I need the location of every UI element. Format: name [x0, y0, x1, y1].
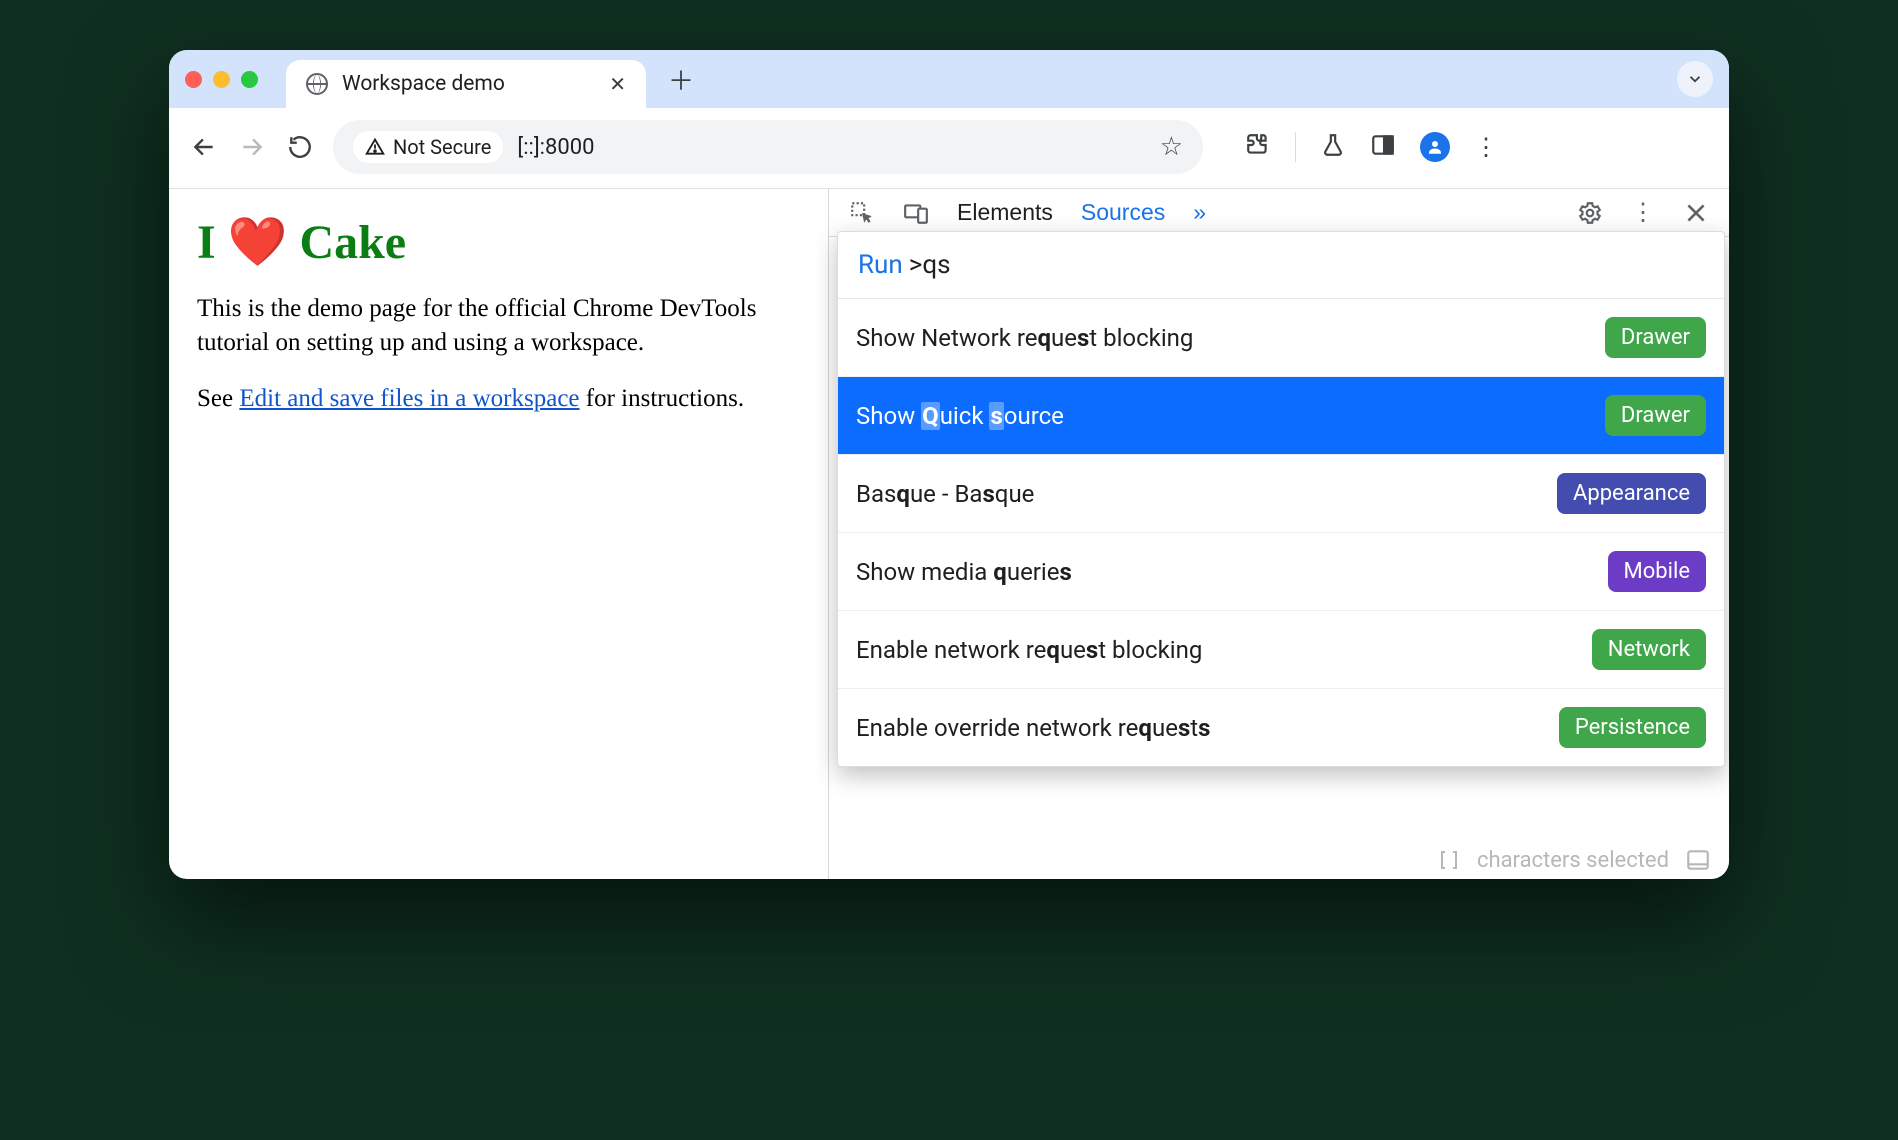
reload-button[interactable] — [285, 132, 315, 162]
command-menu: Run >qs Show Network request blocking Dra… — [837, 231, 1725, 767]
page-heading: I ❤️ Cake — [197, 213, 800, 270]
globe-icon — [306, 73, 328, 95]
gear-icon[interactable] — [1577, 200, 1603, 226]
command-label: Show Network request blocking — [856, 324, 1193, 352]
new-tab-button[interactable]: ＋ — [668, 61, 694, 98]
status-bar: characters selected — [1437, 847, 1711, 873]
command-query: qs — [922, 250, 950, 280]
tab-sources[interactable]: Sources — [1081, 199, 1165, 226]
inspect-icon[interactable] — [849, 200, 875, 226]
command-item[interactable]: Basque - Basque Appearance — [838, 454, 1724, 532]
close-tab-icon[interactable]: ✕ — [609, 72, 626, 96]
address-bar[interactable]: Not Secure [::]:8000 ☆ — [333, 120, 1203, 174]
page-paragraph: This is the demo page for the official C… — [197, 292, 800, 360]
command-badge: Drawer — [1605, 317, 1706, 358]
tabstrip-overflow-button[interactable] — [1677, 61, 1713, 97]
command-label: Enable override network requests — [856, 714, 1210, 742]
separator — [1295, 132, 1296, 162]
warning-icon — [365, 137, 385, 157]
devtools-panel: Elements Sources » ⋮ Run >qs Show Networ… — [829, 189, 1729, 879]
command-label: Basque - Basque — [856, 480, 1034, 508]
url-text: [::]:8000 — [517, 135, 594, 160]
panel-icon[interactable] — [1370, 132, 1396, 162]
window-controls — [185, 71, 258, 88]
toolbar: Not Secure [::]:8000 ☆ ⋮ — [169, 108, 1729, 189]
command-item[interactable]: Show Network request blocking Drawer — [838, 299, 1724, 376]
run-label: Run — [858, 250, 903, 280]
content-area: I ❤️ Cake This is the demo page for the … — [169, 189, 1729, 879]
tab-elements[interactable]: Elements — [957, 199, 1053, 226]
tab-strip: Workspace demo ✕ ＋ — [169, 50, 1729, 108]
command-badge: Appearance — [1557, 473, 1706, 514]
command-item[interactable]: Show Quick source Drawer — [838, 376, 1724, 454]
page-viewport: I ❤️ Cake This is the demo page for the … — [169, 189, 829, 879]
security-chip[interactable]: Not Secure — [353, 131, 503, 163]
extensions-icon[interactable] — [1245, 132, 1271, 162]
command-prefix: > — [909, 250, 923, 280]
command-item[interactable]: Enable network request blocking Network — [838, 610, 1724, 688]
forward-button[interactable] — [237, 132, 267, 162]
command-item[interactable]: Enable override network requests Persiste… — [838, 688, 1724, 766]
layout-icon — [1685, 847, 1711, 873]
command-label: Enable network request blocking — [856, 636, 1202, 664]
browser-window: Workspace demo ✕ ＋ Not Secure [::]:8000 … — [169, 50, 1729, 879]
tutorial-link[interactable]: Edit and save files in a workspace — [239, 385, 579, 412]
devtools-menu-icon[interactable]: ⋮ — [1631, 201, 1655, 225]
command-label: Show Quick source — [856, 402, 1064, 430]
close-devtools-icon[interactable] — [1683, 200, 1709, 226]
security-label: Not Secure — [393, 135, 491, 159]
page-paragraph-2: See Edit and save files in a workspace f… — [197, 382, 800, 416]
command-item[interactable]: Show media queries Mobile — [838, 532, 1724, 610]
command-label: Show media queries — [856, 558, 1072, 586]
command-badge: Drawer — [1605, 395, 1706, 436]
maximize-window-icon[interactable] — [241, 71, 258, 88]
toolbar-icons: ⋮ — [1245, 132, 1498, 162]
text: See — [197, 385, 239, 412]
devtools-tabbar: Elements Sources » ⋮ — [829, 189, 1729, 237]
labs-icon[interactable] — [1320, 132, 1346, 162]
brackets-icon — [1437, 848, 1461, 872]
back-button[interactable] — [189, 132, 219, 162]
profile-avatar[interactable] — [1420, 132, 1450, 162]
tabs-overflow-icon[interactable]: » — [1193, 199, 1206, 226]
command-input-row[interactable]: Run >qs — [838, 232, 1724, 299]
command-badge: Network — [1592, 629, 1706, 670]
tab-title: Workspace demo — [342, 72, 505, 96]
browser-tab[interactable]: Workspace demo ✕ — [286, 60, 646, 108]
close-window-icon[interactable] — [185, 71, 202, 88]
command-badge: Persistence — [1559, 707, 1706, 748]
minimize-window-icon[interactable] — [213, 71, 230, 88]
command-badge: Mobile — [1608, 551, 1706, 592]
text: for instructions. — [580, 385, 745, 412]
browser-menu-icon[interactable]: ⋮ — [1474, 135, 1498, 159]
command-list: Show Network request blockingDrawerShow … — [838, 299, 1724, 766]
status-text: characters selected — [1477, 848, 1669, 873]
bookmark-icon[interactable]: ☆ — [1160, 132, 1183, 162]
device-toolbar-icon[interactable] — [903, 200, 929, 226]
